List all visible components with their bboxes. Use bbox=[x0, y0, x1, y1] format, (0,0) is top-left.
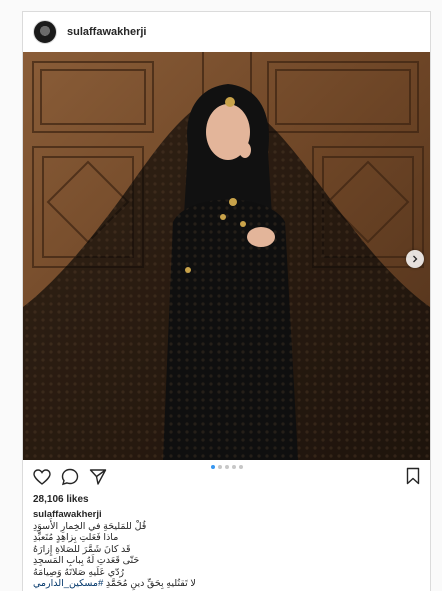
caption-line: ماذا فَعَلتِ بِزاهِدٍ مُتَعبِّدِ bbox=[33, 532, 119, 543]
heart-icon bbox=[33, 469, 51, 485]
carousel-next-button[interactable] bbox=[406, 250, 424, 268]
avatar[interactable] bbox=[33, 20, 57, 44]
post-header: sulaffawakherji bbox=[23, 12, 430, 52]
carousel-dot bbox=[224, 465, 229, 469]
caption-line: قُلْ للمَليحَةِ في الخِمارِ الأَسوَدِ bbox=[33, 520, 147, 532]
caption: sulaffawakherji قُلْ للمَليحَةِ في الخِم… bbox=[23, 505, 430, 590]
save-button[interactable] bbox=[406, 467, 420, 490]
carousel-dot bbox=[238, 465, 243, 469]
carousel-dot bbox=[210, 465, 215, 469]
share-button[interactable] bbox=[88, 467, 108, 487]
bookmark-icon bbox=[406, 467, 420, 485]
caption-line: حَتّى قَعَدتِ لَهُ بِبابِ المَسجِدِ bbox=[33, 555, 140, 566]
caption-line-with-hashtag: لا تَقتُليهِ بِحَقِّ دينِ مُحَمَّدِ #مسك… bbox=[33, 578, 420, 590]
paper-plane-icon bbox=[89, 469, 107, 485]
comment-icon bbox=[61, 468, 79, 486]
likes-count[interactable]: 28,106 likes bbox=[23, 494, 430, 505]
instagram-post: sulaffawakherji 28,106 likes sulaffawakh… bbox=[22, 11, 431, 591]
caption-line: لا تَقتُليهِ بِحَقِّ دينِ مُحَمَّدِ bbox=[105, 578, 196, 589]
caption-line: قَد كانَ شَمَّرَ للصَلاةِ إِزارَهُ bbox=[33, 543, 131, 555]
caption-line: رُدّي عَلَيهِ صَلاتَهُ وَصِيامَهُ bbox=[33, 566, 125, 578]
chevron-right-icon bbox=[413, 255, 418, 263]
carousel-dot bbox=[217, 465, 222, 469]
action-bar bbox=[23, 460, 430, 494]
post-photo[interactable] bbox=[23, 52, 430, 460]
post-username[interactable]: sulaffawakherji bbox=[67, 26, 146, 38]
carousel-indicator bbox=[210, 465, 243, 469]
photo-illustration bbox=[23, 52, 430, 460]
hashtag-link[interactable]: #مسكين_الدارمي bbox=[33, 578, 103, 589]
carousel-dot bbox=[231, 465, 236, 469]
caption-username[interactable]: sulaffawakherji bbox=[33, 509, 420, 521]
like-button[interactable] bbox=[32, 467, 52, 487]
comment-button[interactable] bbox=[60, 467, 80, 487]
